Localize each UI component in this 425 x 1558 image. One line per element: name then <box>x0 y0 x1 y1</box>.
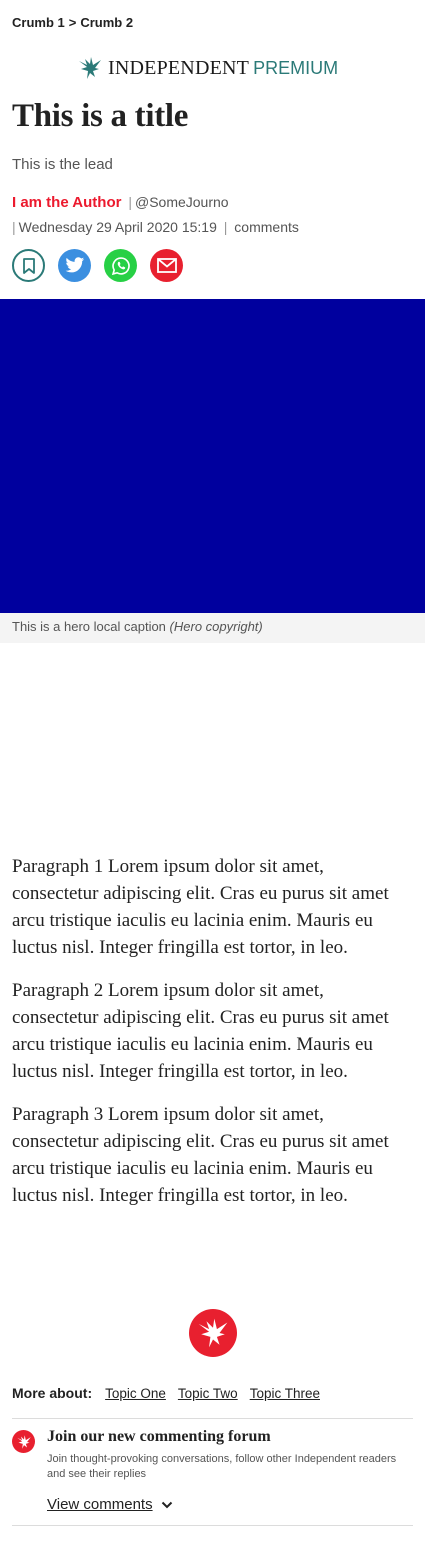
hero-caption-text: This is a hero local caption <box>12 619 166 634</box>
forum-subtitle: Join thought-provoking conversations, fo… <box>47 1453 397 1480</box>
more-about: More about: Topic One Topic Two Topic Th… <box>12 1385 332 1401</box>
hero-image <box>0 299 425 613</box>
byline-divider: | <box>223 219 228 235</box>
topic-link[interactable]: Topic Two <box>178 1386 238 1401</box>
share-bar <box>12 249 183 282</box>
twitter-icon <box>65 257 84 273</box>
forum-title: Join our new commenting forum <box>47 1428 271 1445</box>
twitter-share-button[interactable] <box>58 249 91 282</box>
paragraph: Paragraph 2 Lorem ipsum dolor sit amet, … <box>12 980 389 1082</box>
divider <box>12 1418 413 1419</box>
hero-caption: This is a hero local caption (Hero copyr… <box>0 613 425 643</box>
topic-link[interactable]: Topic Three <box>250 1386 320 1401</box>
publish-date: Wednesday 29 April 2020 15:19 <box>18 219 217 235</box>
topic-link[interactable]: Topic One <box>105 1386 166 1401</box>
brand-name: INDEPENDENT <box>108 56 250 79</box>
brand-logo[interactable]: INDEPENDENT PREMIUM <box>77 55 338 81</box>
forum-logo <box>12 1430 35 1453</box>
eagle-icon <box>198 1318 228 1348</box>
paragraph: Paragraph 1 Lorem ipsum dolor sit amet, … <box>12 856 389 958</box>
bookmark-icon <box>22 257 35 274</box>
author-handle[interactable]: @SomeJourno <box>135 194 229 210</box>
hero-copyright: (Hero copyright) <box>169 619 263 634</box>
eagle-icon <box>16 1434 31 1449</box>
article-title: This is a title <box>12 98 189 134</box>
chevron-down-icon <box>161 1496 173 1513</box>
end-of-article-logo <box>189 1309 237 1357</box>
byline-divider: | <box>128 194 132 210</box>
breadcrumb-separator: > <box>68 15 77 30</box>
article-lead: This is the lead <box>12 156 113 173</box>
whatsapp-icon <box>111 256 130 275</box>
author-link[interactable]: I am the Author <box>12 194 121 211</box>
byline: I am the Author | @SomeJourno | Wednesday … <box>12 190 412 239</box>
comments-link[interactable]: comments <box>234 219 299 235</box>
more-about-label: More about: <box>12 1385 93 1401</box>
breadcrumb-item-2[interactable]: Crumb 2 <box>80 15 133 30</box>
view-comments-label: View comments <box>47 1496 153 1513</box>
breadcrumb: Crumb 1 > Crumb 2 <box>12 15 133 30</box>
divider <box>12 1525 413 1526</box>
brand-tier: PREMIUM <box>253 57 339 78</box>
view-comments-button[interactable]: View comments <box>47 1496 173 1513</box>
paragraph: Paragraph 3 Lorem ipsum dolor sit amet, … <box>12 1104 389 1206</box>
eagle-icon <box>79 57 101 79</box>
bookmark-button[interactable] <box>12 249 45 282</box>
byline-divider: | <box>12 219 16 235</box>
breadcrumb-item-1[interactable]: Crumb 1 <box>12 15 65 30</box>
whatsapp-share-button[interactable] <box>104 249 137 282</box>
article-body: Paragraph 1 Lorem ipsum dolor sit amet, … <box>12 853 415 1225</box>
email-icon <box>156 258 177 273</box>
email-share-button[interactable] <box>150 249 183 282</box>
